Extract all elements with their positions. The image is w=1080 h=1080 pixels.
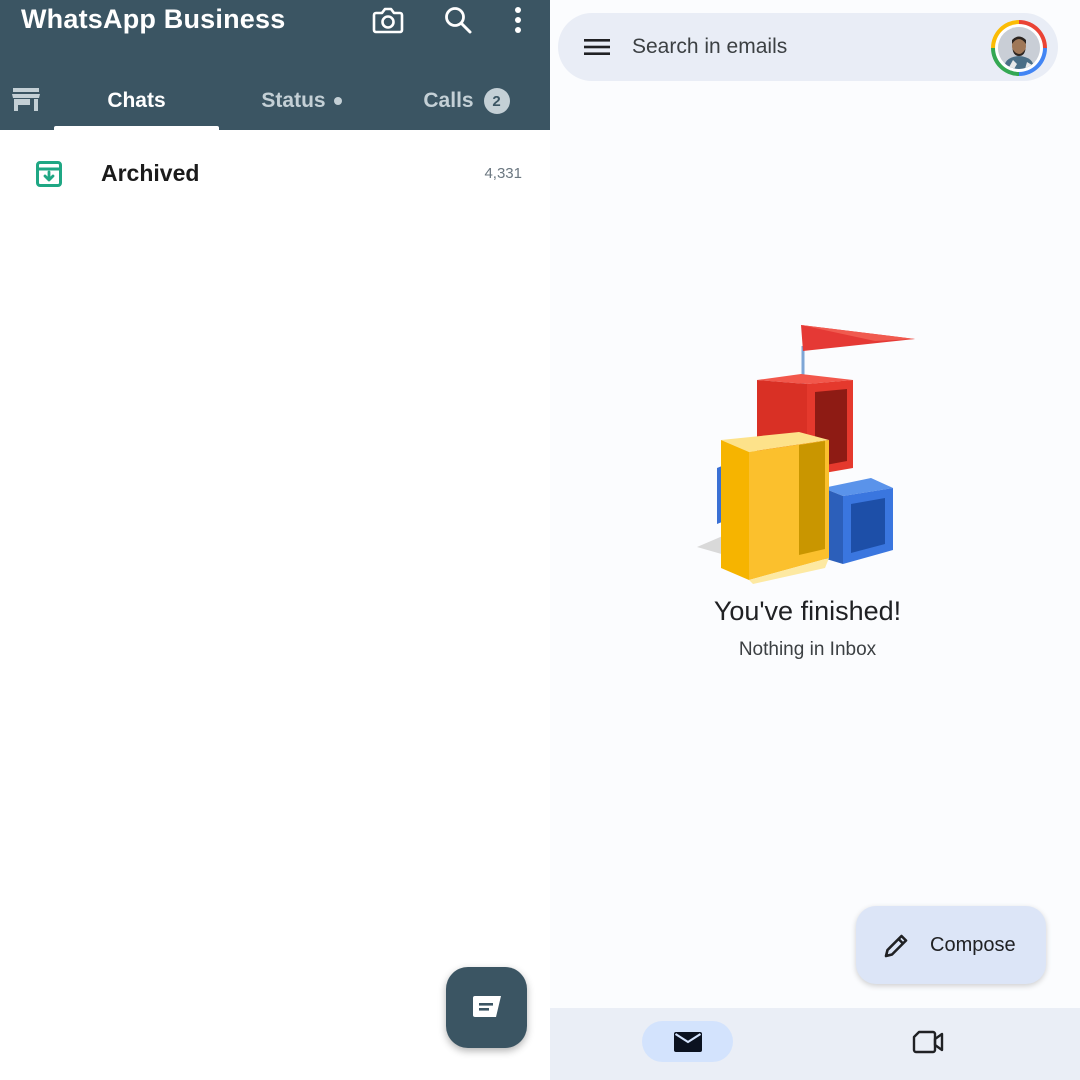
tab-bar: Chats Status Calls 2 — [0, 72, 550, 130]
archived-count: 4,331 — [484, 165, 522, 182]
video-camera-icon — [912, 1030, 944, 1054]
camera-icon[interactable] — [370, 2, 406, 38]
new-chat-button[interactable] — [446, 967, 527, 1048]
status-update-dot — [333, 97, 342, 105]
tab-chats-label: Chats — [107, 89, 166, 112]
new-chat-icon — [472, 995, 501, 1017]
archived-label: Archived — [101, 160, 200, 186]
compose-label: Compose — [930, 934, 1016, 956]
account-avatar[interactable] — [991, 20, 1047, 76]
nav-meet[interactable] — [910, 1026, 946, 1058]
more-vert-icon[interactable] — [500, 2, 536, 38]
avatar-photo — [998, 27, 1040, 69]
gmail-panel: Search in emails You've finished! Nothin… — [550, 0, 1080, 1080]
pencil-icon — [884, 934, 908, 958]
active-tab-indicator — [54, 126, 219, 130]
archive-icon — [36, 161, 62, 187]
tab-calls[interactable]: Calls 2 — [384, 72, 549, 130]
empty-state-subtitle: Nothing in Inbox — [738, 639, 877, 660]
archived-row[interactable]: Archived 4,331 — [0, 140, 550, 208]
search-placeholder: Search in emails — [632, 35, 788, 58]
tab-status-label: Status — [261, 89, 326, 112]
mail-icon — [673, 1031, 702, 1052]
tab-chats[interactable]: Chats — [54, 72, 219, 130]
tab-calls-label: Calls — [423, 89, 474, 112]
app-bar: WhatsApp Business Chats Status Calls 2 — [0, 0, 550, 130]
search-icon[interactable] — [440, 2, 476, 38]
whatsapp-panel: WhatsApp Business Chats Status Calls 2 A… — [0, 0, 550, 1080]
tab-status[interactable]: Status — [219, 72, 384, 130]
compose-button[interactable]: Compose — [856, 906, 1046, 984]
search-bar[interactable]: Search in emails — [558, 13, 1058, 81]
empty-state-title: You've finished! — [713, 596, 902, 626]
bottom-navigation — [550, 1008, 1080, 1080]
nav-mail[interactable] — [642, 1021, 733, 1062]
hamburger-menu-icon[interactable] — [582, 33, 612, 61]
app-title: WhatsApp Business — [21, 4, 286, 34]
inbox-empty-illustration — [697, 325, 915, 584]
store-icon[interactable] — [8, 82, 44, 118]
calls-badge: 2 — [483, 88, 510, 114]
